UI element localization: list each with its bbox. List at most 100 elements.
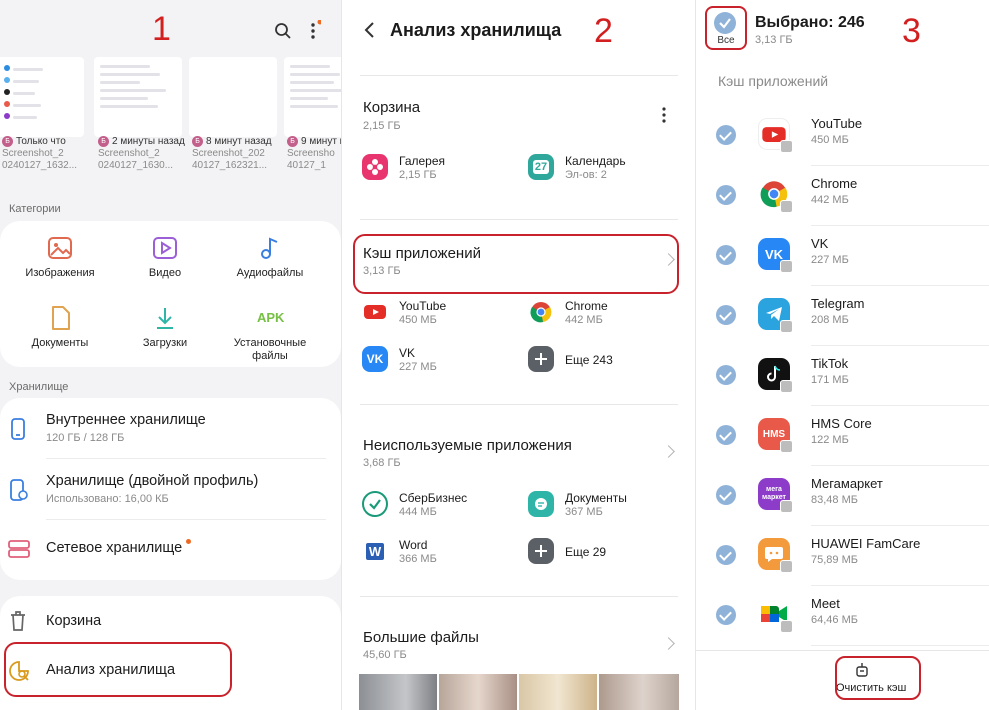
category-downloads[interactable]: Загрузки	[115, 305, 215, 350]
list-item[interactable]: YouTube 450 МБ	[696, 106, 989, 166]
list-item[interactable]: HUAWEI FamCare 75,89 МБ	[696, 526, 989, 586]
chevron-right-icon[interactable]	[662, 253, 675, 266]
search-icon[interactable]	[272, 20, 294, 42]
checkbox-checked[interactable]	[716, 545, 736, 565]
internal-storage-item[interactable]: Внутреннее хранилище 120 ГБ / 128 ГБ	[0, 398, 341, 458]
trash-item[interactable]: Корзина	[0, 596, 341, 648]
app-size: 450 МБ	[399, 314, 437, 326]
more-options-icon[interactable]	[305, 19, 323, 42]
storage-analysis-item[interactable]: Анализ хранилища	[0, 648, 341, 700]
highlight-box	[353, 234, 679, 294]
more-options-icon[interactable]	[660, 106, 668, 124]
list-item[interactable]: Chrome 442 МБ	[696, 166, 989, 226]
sberbusiness-app[interactable]: СберБизнес 444 МБ	[362, 491, 512, 523]
more-apps[interactable]: Еще 29	[528, 538, 678, 570]
app-cache-size: 3,13 ГБ	[363, 265, 401, 277]
calendar-icon: 27	[528, 154, 554, 180]
checkbox-checked[interactable]	[716, 185, 736, 205]
storage-analysis-icon	[8, 660, 29, 682]
app-cache-section-title[interactable]: Кэш приложений	[363, 245, 481, 262]
checkbox-checked[interactable]	[716, 425, 736, 445]
chevron-right-icon[interactable]	[662, 445, 675, 458]
app-size: 444 МБ	[399, 506, 437, 518]
checkbox-checked[interactable]	[716, 605, 736, 625]
list-item[interactable]: VK VK 227 МБ	[696, 226, 989, 286]
large-file-thumb[interactable]	[439, 674, 517, 710]
checkbox-checked[interactable]	[716, 305, 736, 325]
page-title: Анализ хранилища	[390, 20, 562, 40]
checkbox-checked[interactable]	[716, 365, 736, 385]
trash-section-title[interactable]: Корзина	[363, 99, 420, 116]
app-size: Эл-ов: 2	[565, 169, 607, 181]
large-file-thumb[interactable]	[359, 674, 437, 710]
category-apk[interactable]: APK Установочные файлы	[220, 305, 320, 363]
chrome-app[interactable]: Chrome 442 МБ	[528, 299, 678, 331]
list-item[interactable]: Telegram 208 МБ	[696, 286, 989, 346]
list-item[interactable]: мега маркет Мегамаркет 83,48 МБ	[696, 466, 989, 526]
list-item[interactable]: TikTok 171 МБ	[696, 346, 989, 406]
gallery-app[interactable]: Галерея 2,15 ГБ	[362, 154, 512, 186]
step-marker-2: 2	[594, 12, 613, 50]
back-arrow-icon[interactable]	[363, 22, 377, 38]
categories-heading: Категории	[9, 203, 61, 215]
chrome-icon	[528, 299, 554, 325]
recent-screenshot-thumb[interactable]	[284, 57, 341, 137]
clear-cache-label[interactable]: Очистить кэш	[836, 682, 918, 694]
checkbox-checked[interactable]	[716, 125, 736, 145]
category-documents[interactable]: Документы	[10, 305, 110, 350]
storage-analysis-panel: 2 Анализ хранилища Корзина 2,15 ГБ Галер…	[341, 0, 695, 710]
documents-icon	[528, 491, 554, 517]
app-name: Календарь	[565, 154, 626, 168]
trash-section-size: 2,15 ГБ	[363, 120, 401, 132]
storage-heading: Хранилище	[9, 381, 69, 393]
sberbusiness-icon	[362, 491, 388, 517]
list-item[interactable]: HMS HMS Core 122 МБ	[696, 406, 989, 466]
youtube-app[interactable]: YouTube 450 МБ	[362, 299, 512, 331]
unused-apps-section-title[interactable]: Неиспользуемые приложения	[363, 437, 572, 454]
selected-count: Выбрано: 246	[755, 14, 865, 31]
category-images[interactable]: Изображения	[10, 235, 110, 280]
thumb-caption: Б8 минут назад Screenshot_202 40127_1623…	[192, 136, 272, 172]
category-audio[interactable]: Аудиофайлы	[220, 235, 320, 280]
recent-screenshot-thumb[interactable]	[94, 57, 182, 137]
checkbox-checked[interactable]	[716, 245, 736, 265]
shortcut-badge-icon	[780, 620, 793, 633]
chevron-right-icon[interactable]	[662, 637, 675, 650]
word-app[interactable]: W Word 366 МБ	[362, 538, 512, 570]
app-name: VK	[811, 236, 829, 251]
checkbox-checked[interactable]	[716, 485, 736, 505]
apk-icon: APK	[257, 310, 285, 325]
documents-app[interactable]: Документы 367 МБ	[528, 491, 678, 523]
list-item[interactable]: Meet 64,46 МБ	[696, 586, 989, 646]
storage-analysis-label: Анализ хранилища	[46, 662, 176, 678]
plus-icon	[528, 538, 554, 564]
vk-app[interactable]: VK VK 227 МБ	[362, 346, 512, 378]
download-icon	[152, 305, 178, 331]
select-all-label: Все	[717, 35, 735, 46]
category-video[interactable]: Видео	[115, 235, 215, 280]
recent-screenshot-thumb[interactable]	[0, 57, 84, 137]
app-name: VK	[399, 346, 416, 360]
selected-size: 3,13 ГБ	[755, 34, 793, 46]
calendar-app[interactable]: 27 Календарь Эл-ов: 2	[528, 154, 678, 186]
shortcut-badge-icon	[780, 320, 793, 333]
app-size: 75,89 МБ	[811, 554, 858, 566]
shortcut-badge-icon	[780, 140, 793, 153]
recent-screenshot-thumb[interactable]	[189, 57, 277, 137]
app-name: TikTok	[811, 356, 849, 371]
trash-label: Корзина	[46, 613, 102, 629]
clear-cache-button[interactable]	[836, 660, 888, 680]
more-apps[interactable]: Еще 243	[528, 346, 678, 378]
large-file-thumb[interactable]	[599, 674, 679, 710]
dual-profile-storage-label: Хранилище (двойной профиль)	[46, 473, 259, 489]
select-all-checkbox[interactable]	[714, 12, 736, 34]
broom-icon	[854, 662, 870, 678]
shortcut-badge-icon	[780, 440, 793, 453]
network-storage-item[interactable]: Сетевое хранилище	[0, 520, 341, 578]
shortcut-badge-icon	[780, 200, 793, 213]
large-files-section-title[interactable]: Большие файлы	[363, 629, 479, 646]
dual-profile-storage-item[interactable]: Хранилище (двойной профиль) Использовано…	[0, 459, 341, 519]
app-name: Еще 29	[565, 545, 607, 559]
large-file-thumb[interactable]	[519, 674, 597, 710]
app-size: 2,15 ГБ	[399, 169, 437, 181]
